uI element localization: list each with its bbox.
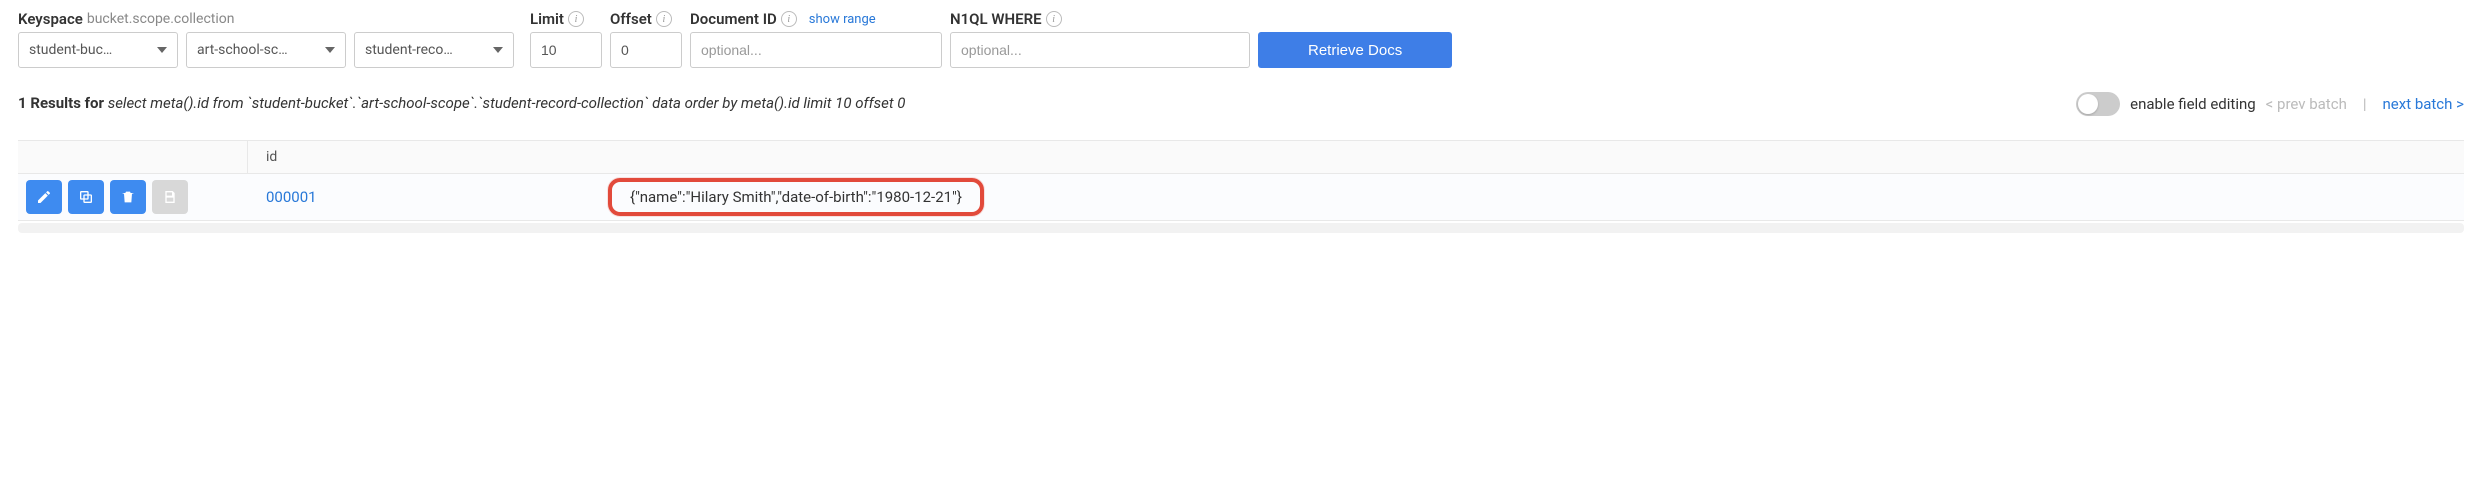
- doc-content-highlight: {"name":"Hilary Smith","date-of-birth":"…: [608, 178, 984, 216]
- results-query: select meta().id from `student-bucket`.`…: [108, 94, 906, 112]
- collection-select-value: student-reco…: [365, 42, 487, 58]
- trash-icon: [120, 189, 136, 205]
- keyspace-group: Keyspace bucket.scope.collection student…: [18, 10, 514, 68]
- offset-group: Offset i: [610, 10, 682, 68]
- copy-button[interactable]: [68, 180, 104, 214]
- retrieve-docs-button[interactable]: Retrieve Docs: [1258, 32, 1452, 68]
- info-icon[interactable]: i: [1046, 11, 1062, 27]
- save-button: [152, 180, 188, 214]
- results-summary: 1 Results for select meta().id from `stu…: [18, 92, 905, 115]
- info-icon[interactable]: i: [781, 11, 797, 27]
- delete-button[interactable]: [110, 180, 146, 214]
- doc-id-link[interactable]: 000001: [248, 188, 608, 206]
- n1ql-group: N1QL WHERE i: [950, 10, 1250, 68]
- offset-input[interactable]: [610, 32, 682, 68]
- info-icon[interactable]: i: [568, 11, 584, 27]
- caret-down-icon: [493, 47, 503, 53]
- table-row: 000001 {"name":"Hilary Smith","date-of-b…: [18, 173, 2464, 220]
- caret-down-icon: [157, 47, 167, 53]
- docid-group: Document ID i show range: [690, 10, 942, 68]
- edit-button[interactable]: [26, 180, 62, 214]
- caret-down-icon: [325, 47, 335, 53]
- bucket-select-value: student-buc…: [29, 42, 151, 58]
- keyspace-label: Keyspace: [18, 10, 83, 28]
- docid-input[interactable]: [690, 32, 942, 68]
- info-icon[interactable]: i: [656, 11, 672, 27]
- actions-cell: [18, 175, 248, 219]
- n1ql-input[interactable]: [950, 32, 1250, 68]
- offset-label: Offset: [610, 10, 652, 28]
- scope-select[interactable]: art-school-sc…: [186, 32, 346, 68]
- results-count: 1 Results for: [18, 94, 108, 112]
- results-bar: 1 Results for select meta().id from `stu…: [18, 92, 2464, 116]
- pencil-icon: [36, 189, 52, 205]
- filters-row: Keyspace bucket.scope.collection student…: [18, 10, 2464, 68]
- doc-content-cell: {"name":"Hilary Smith","date-of-birth":"…: [608, 174, 2464, 220]
- results-table: id 000001 {"name":"Hilary Smith","date-o…: [18, 140, 2464, 221]
- copy-icon: [78, 189, 94, 205]
- enable-field-editing-label: enable field editing: [2130, 95, 2256, 113]
- limit-group: Limit i: [530, 10, 602, 68]
- limit-input[interactable]: [530, 32, 602, 68]
- enable-field-editing-toggle[interactable]: [2076, 92, 2120, 116]
- scope-select-value: art-school-sc…: [197, 42, 319, 58]
- actions-header: [18, 141, 248, 173]
- separator: |: [2363, 95, 2367, 113]
- next-batch-link[interactable]: next batch >: [2383, 95, 2464, 113]
- save-icon: [162, 189, 178, 205]
- n1ql-label: N1QL WHERE: [950, 10, 1042, 28]
- limit-label: Limit: [530, 10, 564, 28]
- keyspace-sublabel: bucket.scope.collection: [87, 11, 235, 27]
- table-header: id: [18, 141, 2464, 173]
- show-range-link[interactable]: show range: [809, 12, 876, 27]
- id-header: id: [248, 149, 277, 165]
- prev-batch-link: < prev batch: [2266, 95, 2347, 113]
- horizontal-scrollbar[interactable]: [18, 223, 2464, 233]
- collection-select[interactable]: student-reco…: [354, 32, 514, 68]
- docid-label: Document ID: [690, 10, 777, 28]
- results-controls: enable field editing < prev batch | next…: [2076, 92, 2464, 116]
- bucket-select[interactable]: student-buc…: [18, 32, 178, 68]
